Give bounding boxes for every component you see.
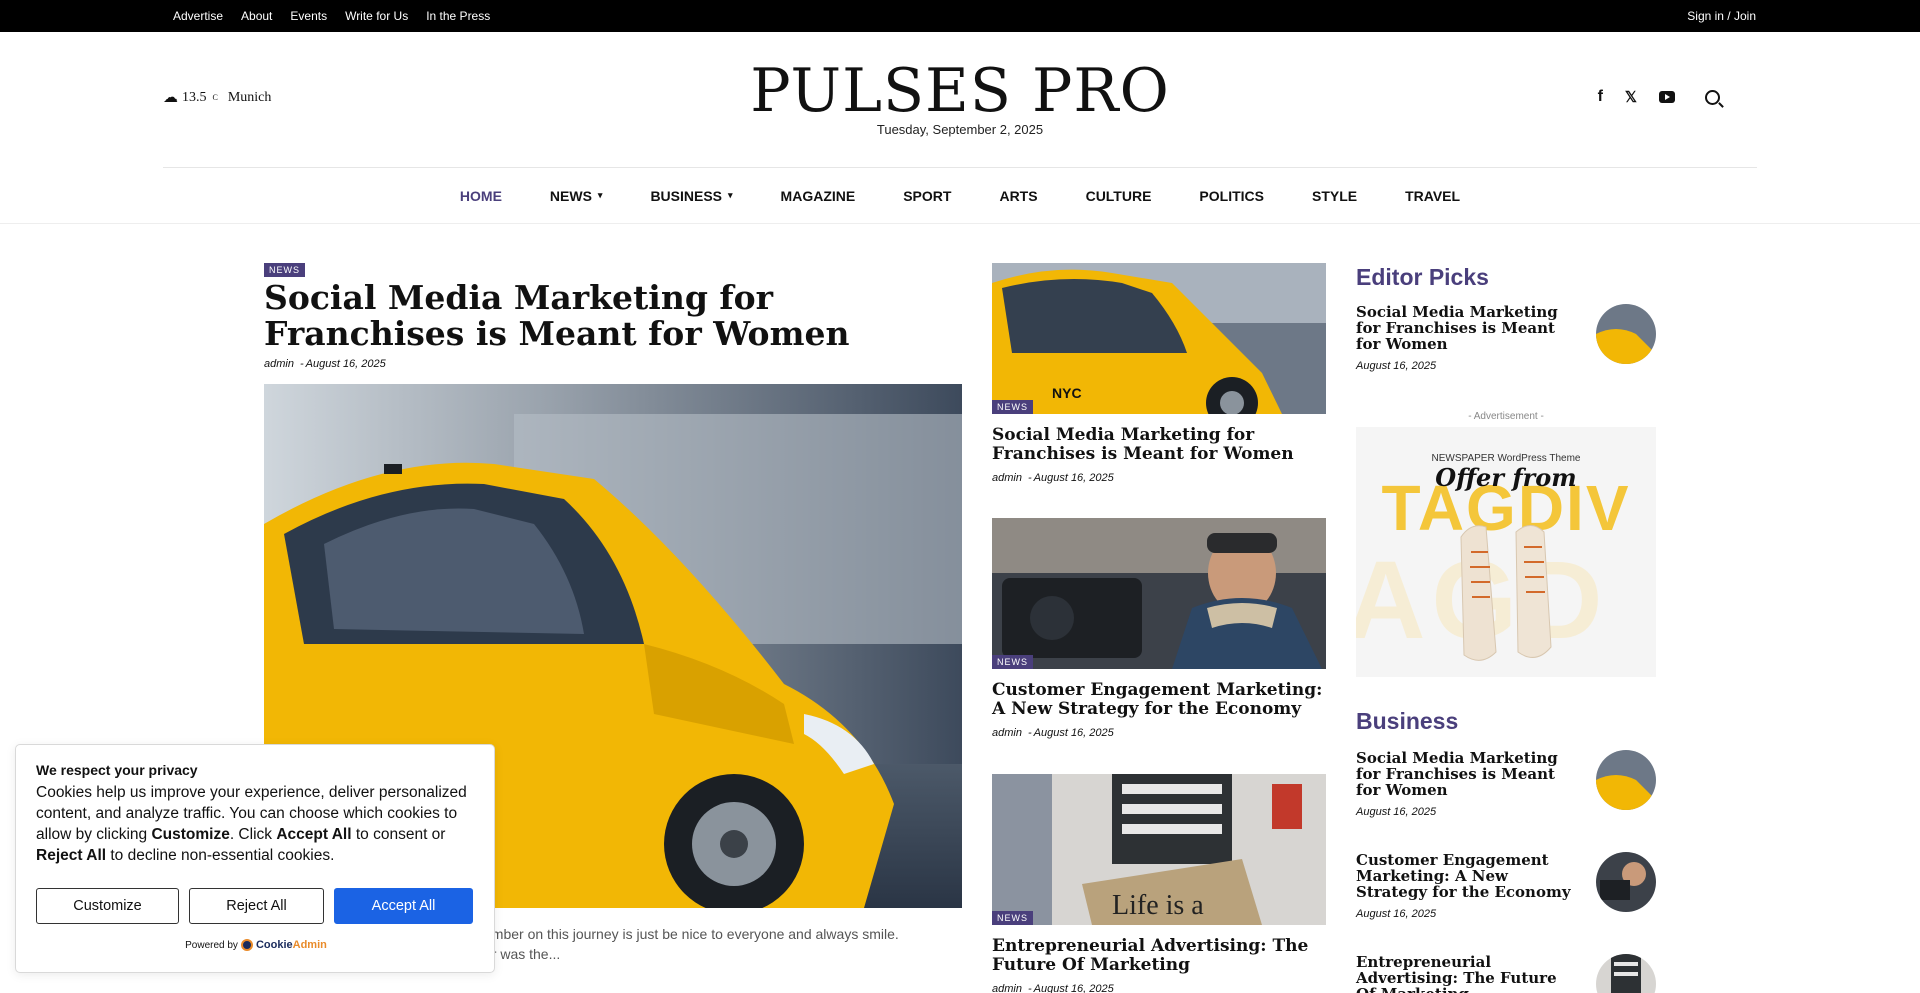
top-link-events[interactable]: Events — [290, 9, 327, 23]
nav-item-arts[interactable]: ARTS — [999, 188, 1037, 204]
youtube-icon[interactable] — [1659, 91, 1675, 103]
mid-article-meta: admin - August 16, 2025 — [992, 472, 1114, 484]
nav-item-magazine[interactable]: MAGAZINE — [781, 188, 856, 204]
mid-article-title[interactable]: Entrepreneurial Advertising: The Future … — [992, 937, 1326, 975]
editor-picks-heading: Editor Picks — [1356, 264, 1489, 290]
mid-article-thumb[interactable]: Life is a NEWS — [992, 774, 1326, 925]
nav-item-travel[interactable]: TRAVEL — [1405, 188, 1460, 204]
article-date: August 16, 2025 — [305, 358, 386, 370]
nav-item-style[interactable]: STYLE — [1312, 188, 1357, 204]
taxi-circle-image — [1596, 750, 1656, 810]
business-item-thumb[interactable] — [1596, 954, 1656, 993]
article-author[interactable]: admin — [992, 472, 1022, 484]
mid-article-card[interactable]: Life is a NEWS Entrepreneurial Advertisi… — [992, 774, 1326, 993]
header-date: Tuesday, September 2, 2025 — [876, 122, 1044, 137]
category-tag[interactable]: NEWS — [992, 400, 1033, 414]
article-date: August 16, 2025 — [1033, 727, 1114, 739]
mid-article-title[interactable]: Social Media Marketing for Franchises is… — [992, 426, 1326, 464]
cookieadmin-brand[interactable]: CookieAdmin — [256, 939, 327, 951]
mid-article-thumb[interactable]: NEWS — [992, 518, 1326, 669]
mid-article-card[interactable]: NEWS Customer Engagement Marketing: A Ne… — [992, 518, 1326, 739]
chevron-down-icon: ▾ — [597, 190, 603, 200]
nav-item-business[interactable]: BUSINESS ▾ — [650, 188, 732, 204]
cookie-heading: We respect your privacy — [36, 762, 198, 778]
category-tag[interactable]: NEWS — [264, 263, 305, 277]
business-item-thumb[interactable] — [1596, 750, 1656, 810]
editor-pick-thumb[interactable] — [1596, 304, 1656, 364]
main-article-meta: admin - August 16, 2025 — [264, 358, 386, 370]
cookie-consent-banner: We respect your privacy Cookies help us … — [15, 744, 495, 973]
cookie-powered-by: Powered by CookieAdmin — [185, 939, 327, 951]
street-sign-image: Life is a — [992, 774, 1326, 925]
mid-article-thumb[interactable]: NYC NEWS — [992, 263, 1326, 414]
street-circle-image — [1596, 954, 1656, 993]
business-item-date: August 16, 2025 — [1356, 908, 1437, 920]
top-bar: Advertise About Events Write for Us In t… — [0, 0, 1920, 32]
sneakers-image — [1460, 525, 1552, 661]
category-tag[interactable]: NEWS — [992, 655, 1033, 669]
business-item[interactable]: Customer Engagement Marketing: A New Str… — [1356, 852, 1656, 920]
editor-pick-item[interactable]: Social Media Marketing for Franchises is… — [1356, 304, 1656, 372]
social-links: f 𝕏 — [1598, 88, 1720, 106]
business-item-date: August 16, 2025 — [1356, 806, 1437, 818]
mid-article-meta: admin - August 16, 2025 — [992, 983, 1114, 993]
business-item-title[interactable]: Entrepreneurial Advertising: The Future … — [1356, 954, 1581, 993]
top-link-write-for-us[interactable]: Write for Us — [345, 9, 408, 23]
nav-item-culture[interactable]: CULTURE — [1086, 188, 1152, 204]
top-links: Advertise About Events Write for Us In t… — [173, 0, 490, 32]
chevron-down-icon: ▾ — [728, 190, 733, 200]
main-article-title[interactable]: Social Media Marketing for Franchises is… — [264, 280, 984, 352]
svg-text:Life is a: Life is a — [1112, 890, 1204, 921]
article-author[interactable]: admin — [992, 727, 1022, 739]
camera-circle-image — [1596, 852, 1656, 912]
category-tag[interactable]: NEWS — [992, 911, 1033, 925]
nav-item-home[interactable]: HOME — [460, 188, 502, 204]
search-icon[interactable] — [1705, 89, 1720, 105]
facebook-icon[interactable]: f — [1598, 88, 1603, 106]
nav-item-news[interactable]: NEWS ▾ — [550, 188, 603, 204]
nav-item-sport[interactable]: SPORT — [903, 188, 951, 204]
business-item-title[interactable]: Customer Engagement Marketing: A New Str… — [1356, 852, 1581, 900]
x-twitter-icon[interactable]: 𝕏 — [1625, 88, 1637, 106]
signin-link[interactable]: Sign in / Join — [1687, 9, 1756, 23]
top-link-in-the-press[interactable]: In the Press — [426, 9, 490, 23]
article-date: August 16, 2025 — [1033, 472, 1114, 484]
business-item-thumb[interactable] — [1596, 852, 1656, 912]
article-author[interactable]: admin — [264, 358, 294, 370]
article-date: August 16, 2025 — [1033, 983, 1114, 993]
cookie-customize-button[interactable]: Customize — [36, 888, 179, 924]
advertisement-banner[interactable]: AGD NEWSPAPER WordPress Theme TAGDIV Off… — [1356, 427, 1656, 677]
taxi-thumb-image: NYC — [992, 263, 1326, 414]
business-item-title[interactable]: Social Media Marketing for Franchises is… — [1356, 750, 1581, 798]
cookie-body: Cookies help us improve your experience,… — [36, 784, 467, 864]
editor-pick-date: August 16, 2025 — [1356, 360, 1437, 372]
cookie-reject-button[interactable]: Reject All — [189, 888, 324, 924]
mid-article-meta: admin - August 16, 2025 — [992, 727, 1114, 739]
main-nav: HOME NEWS ▾ BUSINESS ▾ MAGAZINE SPORT ARTS… — [0, 168, 1920, 224]
svg-text:NYC: NYC — [1052, 385, 1082, 401]
business-item[interactable]: Social Media Marketing for Franchises is… — [1356, 750, 1656, 818]
ad-label: - Advertisement - — [1468, 411, 1544, 422]
top-link-about[interactable]: About — [241, 9, 272, 23]
camera-operator-image — [992, 518, 1326, 669]
business-item[interactable]: Entrepreneurial Advertising: The Future … — [1356, 954, 1656, 993]
mid-article-card[interactable]: NYC NEWS Social Media Marketing for Fran… — [992, 263, 1326, 484]
top-link-advertise[interactable]: Advertise — [173, 9, 223, 23]
article-author[interactable]: admin — [992, 983, 1022, 993]
taxi-circle-image — [1596, 304, 1656, 364]
nav-item-politics[interactable]: POLITICS — [1199, 188, 1264, 204]
editor-pick-title[interactable]: Social Media Marketing for Franchises is… — [1356, 304, 1581, 352]
cookieadmin-logo-icon — [240, 939, 253, 951]
cookie-accept-button[interactable]: Accept All — [334, 888, 473, 924]
business-heading: Business — [1356, 708, 1459, 734]
mid-article-title[interactable]: Customer Engagement Marketing: A New Str… — [992, 681, 1326, 719]
